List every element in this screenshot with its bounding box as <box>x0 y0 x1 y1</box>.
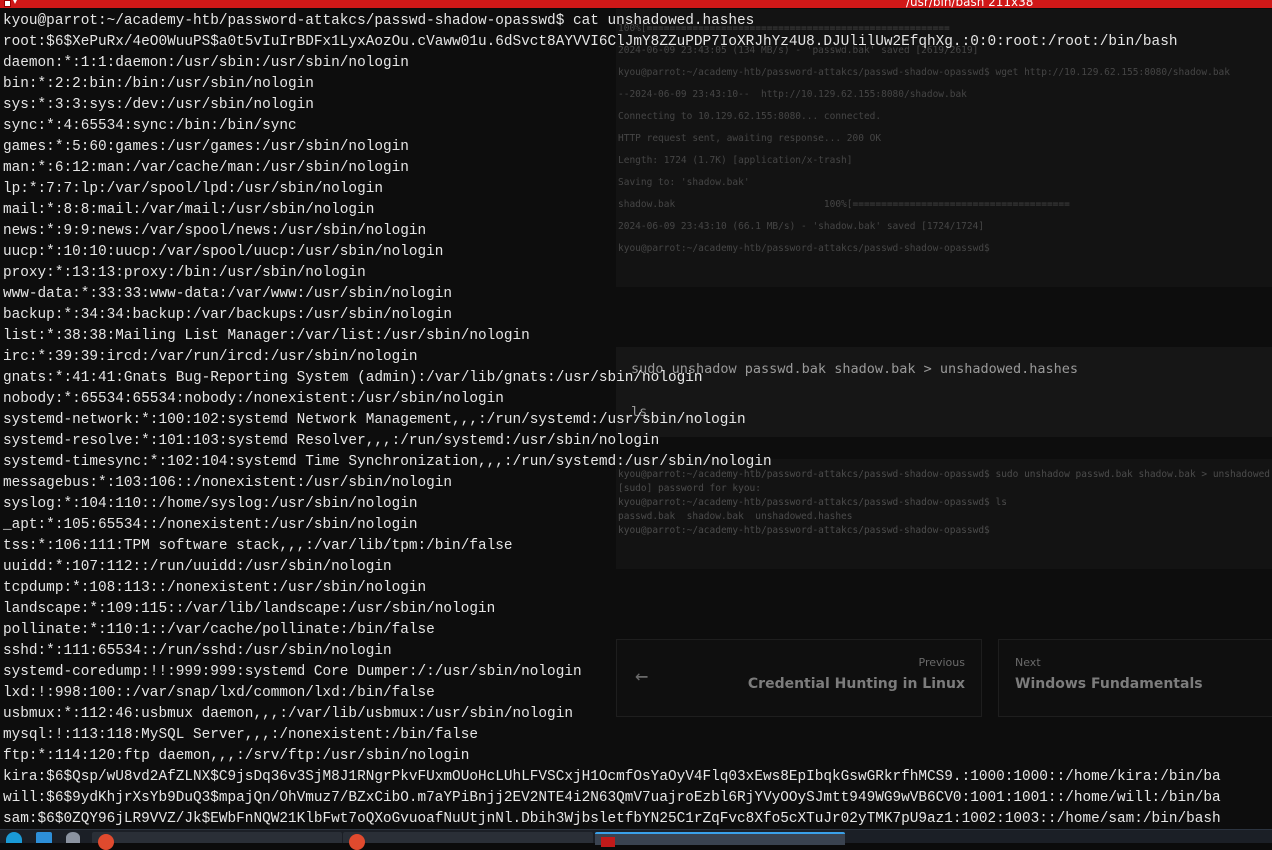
hash-line: lp:*:7:7:lp:/var/spool/lpd:/usr/sbin/nol… <box>3 181 383 197</box>
hash-line: man:*:6:12:man:/var/cache/man:/usr/sbin/… <box>3 160 409 176</box>
hash-line: www-data:*:33:33:www-data:/var/www:/usr/… <box>3 286 453 302</box>
hash-line: nobody:*:65534:65534:nobody:/nonexistent… <box>3 391 504 407</box>
hash-line: games:*:5:60:games:/usr/games:/usr/sbin/… <box>3 139 409 155</box>
hash-line: lxd:!:998:100::/var/snap/lxd/common/lxd:… <box>3 685 435 701</box>
hash-line: sshd:*:111:65534::/run/sshd:/usr/sbin/no… <box>3 643 392 659</box>
hash-line: mail:*:8:8:mail:/var/mail:/usr/sbin/nolo… <box>3 202 375 218</box>
hash-line: sam:$6$0ZQY96jLR9VVZ/Jk$EWbFnNQW21KlbFwt… <box>3 811 1221 827</box>
hash-line: will:$6$9ydKhjrXsYb9DuQ3$mpajQn/OhVmuz7/… <box>3 790 1221 806</box>
hash-line: systemd-network:*:100:102:systemd Networ… <box>3 412 746 428</box>
taskbar-terminal-window[interactable] <box>595 832 845 847</box>
hash-line: systemd-coredump:!!:999:999:systemd Core… <box>3 664 582 680</box>
prompt-command-line: kyou@parrot:~/academy-htb/password-attak… <box>3 13 755 29</box>
taskbar-browser-window-1[interactable] <box>92 832 342 850</box>
terminal-app-icon[interactable] <box>4 0 11 7</box>
browser-icon <box>98 834 114 850</box>
hash-line: pollinate:*:110:1::/var/cache/pollinate:… <box>3 622 435 638</box>
window-menu-chevron-icon[interactable]: ▾ <box>13 0 17 6</box>
file-manager-icon[interactable] <box>36 832 52 843</box>
hash-line: kira:$6$Qsp/wU8vd2AfZLNX$C9jsDq36v3SjM8J… <box>3 769 1221 785</box>
settings-icon[interactable] <box>66 832 80 843</box>
hash-line: list:*:38:38:Mailing List Manager:/var/l… <box>3 328 530 344</box>
hash-line: uucp:*:10:10:uucp:/var/spool/uucp:/usr/s… <box>3 244 444 260</box>
taskbar-browser-window-2[interactable] <box>343 832 593 850</box>
hash-line: landscape:*:109:115::/var/lib/landscape:… <box>3 601 496 617</box>
hash-line: bin:*:2:2:bin:/bin:/usr/sbin/nologin <box>3 76 314 92</box>
parrot-menu-icon[interactable] <box>6 832 22 843</box>
hash-line: backup:*:34:34:backup:/var/backups:/usr/… <box>3 307 453 323</box>
hash-line: mysql:!:113:118:MySQL Server,,,:/nonexis… <box>3 727 478 743</box>
hash-line: irc:*:39:39:ircd:/var/run/ircd:/usr/sbin… <box>3 349 418 365</box>
terminal-icon <box>601 837 615 847</box>
hash-line: daemon:*:1:1:daemon:/usr/sbin:/usr/sbin/… <box>3 55 409 71</box>
window-title: /usr/bin/bash 211x38 <box>906 0 1034 9</box>
hash-line: news:*:9:9:news:/var/spool/news:/usr/sbi… <box>3 223 427 239</box>
hash-line: messagebus:*:103:106::/nonexistent:/usr/… <box>3 475 453 491</box>
hash-line: _apt:*:105:65534::/nonexistent:/usr/sbin… <box>3 517 418 533</box>
terminal-output: kyou@parrot:~/academy-htb/password-attak… <box>3 11 1221 829</box>
terminal-view[interactable]: 100%[===================================… <box>0 9 1272 829</box>
hash-line: sync:*:4:65534:sync:/bin:/bin/sync <box>3 118 297 134</box>
browser-icon <box>349 834 365 850</box>
window-titlebar[interactable]: ▾ /usr/bin/bash 211x38 <box>0 0 1272 9</box>
taskbar <box>0 829 1272 850</box>
hash-line: uuidd:*:107:112::/run/uuidd:/usr/sbin/no… <box>3 559 392 575</box>
hash-line: ftp:*:114:120:ftp daemon,,,:/srv/ftp:/us… <box>3 748 470 764</box>
hash-line: systemd-resolve:*:101:103:systemd Resolv… <box>3 433 660 449</box>
hash-line: tss:*:106:111:TPM software stack,,,:/var… <box>3 538 513 554</box>
hash-line: usbmux:*:112:46:usbmux daemon,,,:/var/li… <box>3 706 573 722</box>
hash-line: sys:*:3:3:sys:/dev:/usr/sbin/nologin <box>3 97 314 113</box>
hash-line: tcpdump:*:108:113::/nonexistent:/usr/sbi… <box>3 580 427 596</box>
hash-line: systemd-timesync:*:102:104:systemd Time … <box>3 454 772 470</box>
hash-line: root:$6$XePuRx/4eO0WuuPS$a0t5vIuIrBDFx1L… <box>3 34 1178 50</box>
hash-line: gnats:*:41:41:Gnats Bug-Reporting System… <box>3 370 703 386</box>
hash-line: syslog:*:104:110::/home/syslog:/usr/sbin… <box>3 496 418 512</box>
hash-line: proxy:*:13:13:proxy:/bin:/usr/sbin/nolog… <box>3 265 366 281</box>
